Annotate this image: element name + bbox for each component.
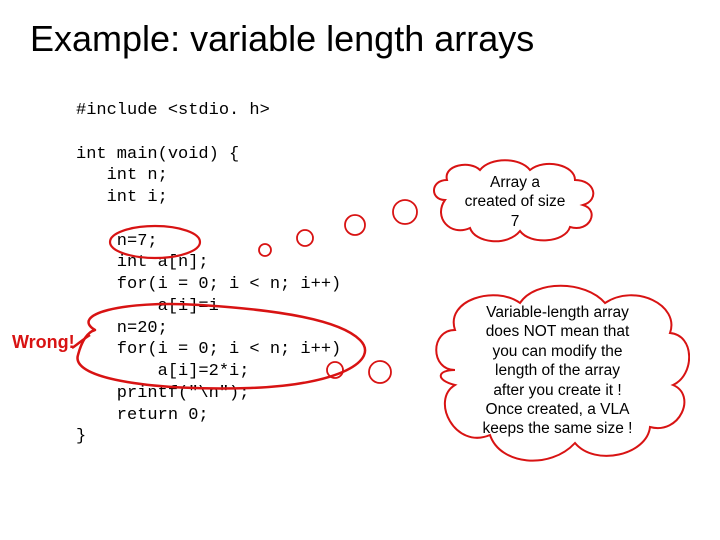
code-line: for(i = 0; i < n; i++) — [76, 275, 341, 294]
code-line: #include <stdio. h> — [76, 101, 270, 120]
bubble-text-line: 7 — [511, 213, 520, 230]
wrong-label: Wrong! — [12, 332, 75, 353]
code-line: n=7; — [76, 232, 158, 251]
code-line: a[i]=2*i; — [76, 362, 249, 381]
thought-bubble-vla-note: Variable-length array does NOT mean that… — [425, 275, 690, 465]
code-line: int n; — [76, 166, 168, 185]
code-line: int i; — [76, 188, 168, 207]
bubble-text-line: Variable-length array — [486, 304, 629, 321]
bubble-text-line: after you create it ! — [493, 382, 621, 399]
code-line: a[i]=i — [76, 297, 219, 316]
slide: Example: variable length arrays #include… — [0, 0, 720, 540]
code-line: n=20; — [76, 319, 168, 338]
slide-title: Example: variable length arrays — [30, 18, 534, 60]
code-line: int main(void) { — [76, 145, 239, 164]
bubble-text-line: you can modify the — [492, 343, 622, 360]
code-block: #include <stdio. h> int main(void) { int… — [76, 100, 341, 448]
bubble-text-line: Array a — [490, 174, 540, 191]
bubble-text-line: keeps the same size ! — [483, 420, 633, 437]
code-line: return 0; — [76, 406, 209, 425]
code-line: int a[n]; — [76, 253, 209, 272]
bubble-text-line: length of the array — [495, 362, 620, 379]
code-line: } — [76, 427, 86, 446]
code-line: for(i = 0; i < n; i++) — [76, 340, 341, 359]
bubble-text-line: Once created, a VLA — [486, 401, 630, 418]
bubble-text-line: created of size — [465, 193, 566, 210]
thought-bubble-array-created: Array a created of size 7 — [425, 155, 605, 245]
code-line: printf("\n"); — [76, 384, 249, 403]
bubble-text-line: does NOT mean that — [486, 323, 630, 340]
